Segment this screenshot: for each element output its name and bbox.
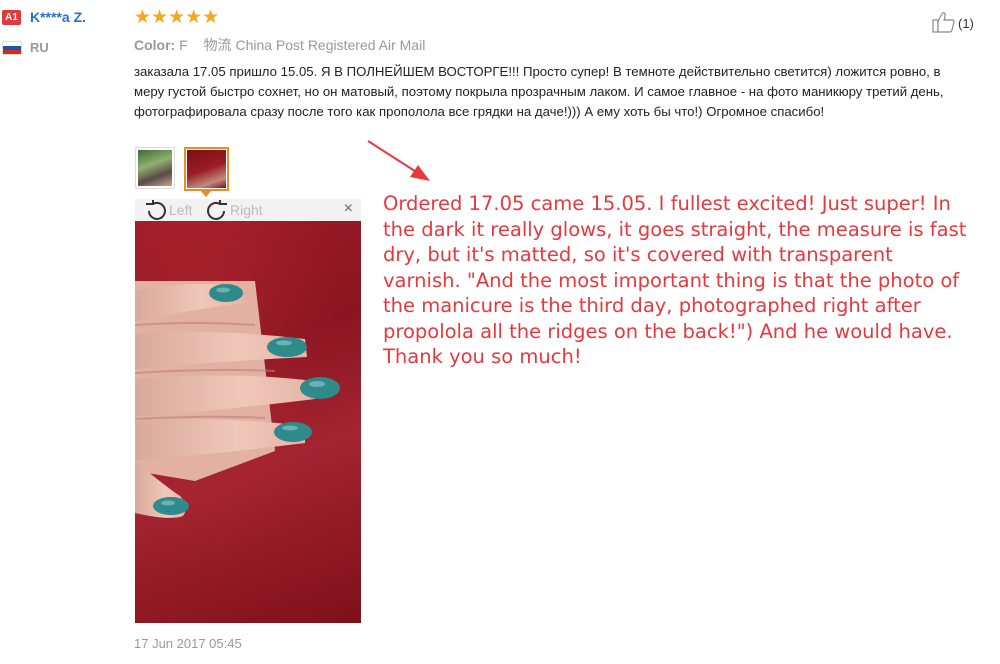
rotate-right-button[interactable]: Right	[205, 200, 263, 220]
user-level-badge: A1	[2, 10, 21, 25]
hand-manicure-image	[135, 281, 340, 518]
order-attributes: Color: F 物流 China Post Registered Air Ma…	[134, 35, 425, 55]
thumbnail-image	[138, 150, 172, 186]
selected-thumbnail-caret	[200, 190, 212, 197]
rotate-left-button[interactable]: Left	[144, 200, 192, 220]
star-rating: ★★★★★	[134, 7, 220, 28]
reviewer-name[interactable]: K****a Z.	[30, 9, 86, 25]
close-viewer-button[interactable]: ×	[344, 200, 353, 218]
annotation-arrow-icon	[367, 140, 430, 181]
rotate-left-icon	[146, 200, 166, 220]
thumbs-up-icon[interactable]	[932, 11, 956, 36]
shipping-label: 物流	[203, 37, 232, 53]
shipping-value: China Post Registered Air Mail	[235, 37, 426, 53]
review-photo-thumbnail-1[interactable]	[135, 147, 175, 189]
rotate-right-label: Right	[230, 202, 263, 218]
color-label: Color:	[134, 37, 176, 53]
thumbnail-image	[187, 150, 226, 188]
rotate-left-label: Left	[169, 202, 193, 218]
photo-viewer-toolbar: Left Right ×	[135, 199, 361, 221]
russia-flag-icon	[2, 41, 22, 55]
color-value: F	[179, 37, 188, 53]
translation-annotation: Ordered 17.05 came 15.05. I fullest exci…	[383, 192, 967, 368]
review-photo-thumbnail-2[interactable]	[184, 147, 229, 191]
review-photo-large	[135, 221, 361, 623]
rotate-right-icon	[207, 200, 227, 220]
helpful-button[interactable]: (1)	[932, 11, 974, 36]
reviewer-country: RU	[30, 40, 49, 55]
review-date: 17 Jun 2017 05:45	[134, 636, 242, 651]
review-text: заказала 17.05 пришло 15.05. Я В ПОЛНЕЙШ…	[134, 64, 944, 119]
helpful-count: (1)	[958, 16, 974, 31]
